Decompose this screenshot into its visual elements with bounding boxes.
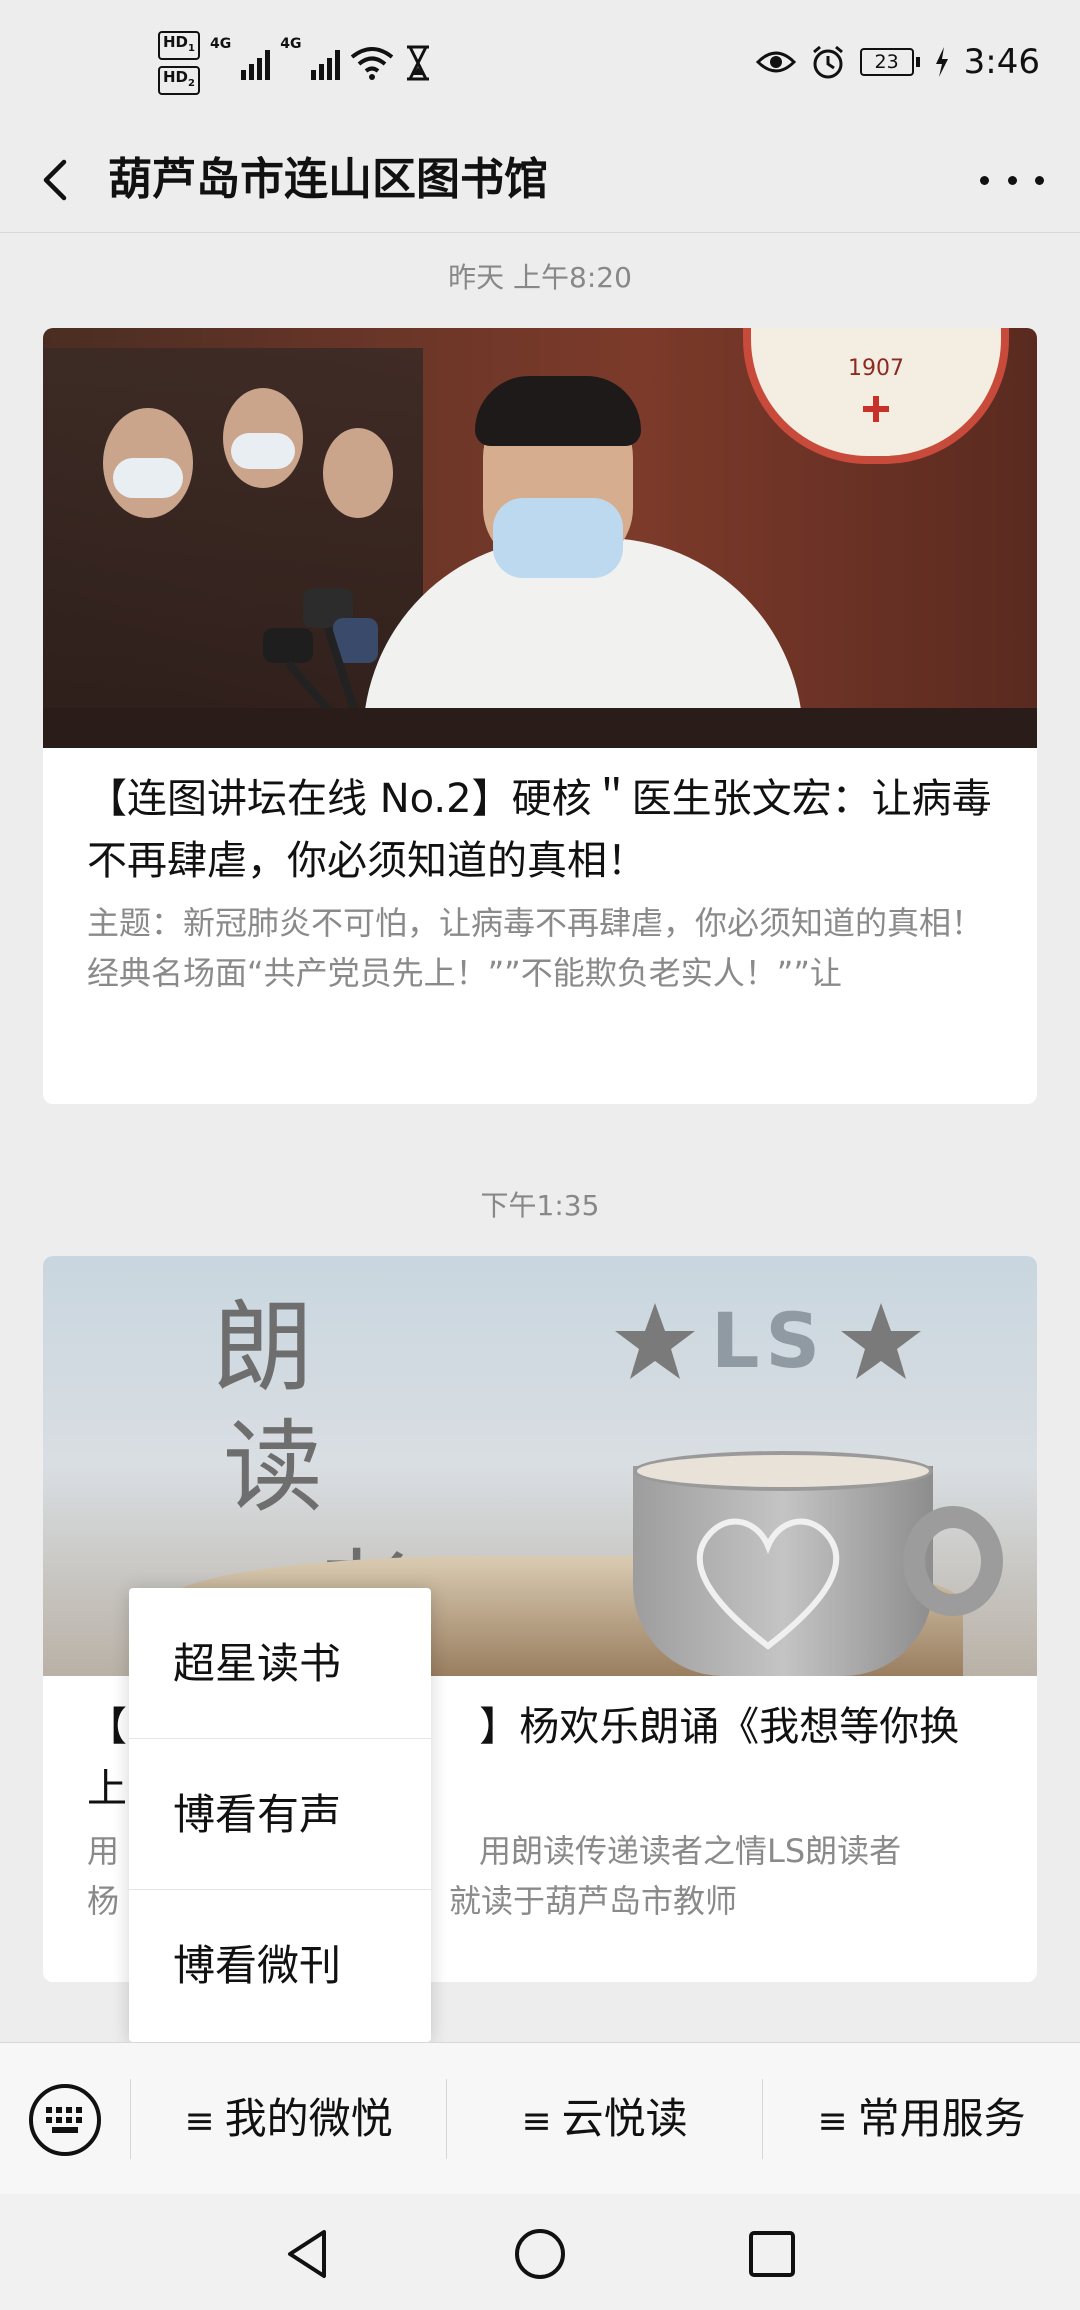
network-type-2: 4G [280,36,302,52]
signal-icon-1 [241,46,271,80]
submenu-popup: 超星读书 博看有声 博看微刊 [129,1588,431,2042]
hourglass-icon [407,45,430,81]
message-timestamp: 下午1:35 [480,1189,600,1222]
alarm-icon [812,45,843,79]
hd1-badge: HD1 [158,31,200,60]
seal-emblem: 1907 [743,328,1009,464]
battery-level: 23 [859,48,914,76]
system-nav-bar [0,2194,1080,2310]
charging-icon [935,47,948,77]
network-type-1: 4G [209,36,232,52]
app-header: 葫芦岛市连山区图书馆 [0,128,1080,233]
article-description: 主题：新冠肺炎不可怕，让病毒不再肆虐，你必须知道的真相！经典名场面“共产党员先上… [87,904,984,992]
status-right: 23 3:46 [755,38,1040,86]
star-icon [841,1303,921,1379]
article-card[interactable]: 1907 【连图讲坛在线 No.2】硬核＂医生张文宏：让病毒不再肆虐，你必须知道… [43,328,1037,1104]
eye-icon [755,51,796,73]
status-left: HD1 HD2 4G 4G [158,28,432,98]
clock: 3:46 [963,42,1040,82]
page-title: 葫芦岛市连山区图书馆 [108,154,548,205]
wifi-icon [351,47,394,80]
back-arrow-icon[interactable] [32,152,88,208]
hd-indicators: HD1 HD2 [158,31,200,95]
bottom-menu-bar: ≡ 我的微悦 ≡ 云悦读 ≡ 常用服务 [0,2042,1080,2195]
more-options-icon[interactable] [980,152,1044,208]
article-cover-image: 1907 [43,328,1037,748]
star-icon [615,1303,695,1379]
menu-cloud-reading[interactable]: ≡ 云悦读 [447,2043,762,2195]
menu-lines-icon: ≡ [184,2101,215,2142]
menu-common-services[interactable]: ≡ 常用服务 [763,2043,1080,2195]
battery-indicator: 23 [859,48,920,76]
keyboard-icon[interactable] [28,2083,102,2157]
nav-home-icon[interactable] [512,2226,568,2282]
nav-recents-icon[interactable] [744,2226,800,2282]
heart-icon [696,1518,840,1650]
nav-back-icon[interactable] [280,2226,336,2282]
menu-lines-icon: ≡ [521,2101,552,2142]
article-title: 【连图讲坛在线 No.2】硬核＂医生张文宏：让病毒不再肆虐，你必须知道的真相！ [87,776,992,884]
status-bar: HD1 HD2 4G 4G 23 3:46 [0,0,1080,128]
signal-icon-2 [311,46,341,80]
menu-lines-icon: ≡ [817,2101,848,2142]
submenu-item-bokan-weikan[interactable]: 博看微刊 [129,1890,431,2041]
hd2-badge: HD2 [158,66,200,95]
menu-my-weiyue[interactable]: ≡ 我的微悦 [131,2043,446,2195]
submenu-item-chaoxing[interactable]: 超星读书 [129,1588,431,1739]
message-timestamp: 昨天 上午8:20 [448,261,632,294]
submenu-item-bokan-audio[interactable]: 博看有声 [129,1739,431,1890]
